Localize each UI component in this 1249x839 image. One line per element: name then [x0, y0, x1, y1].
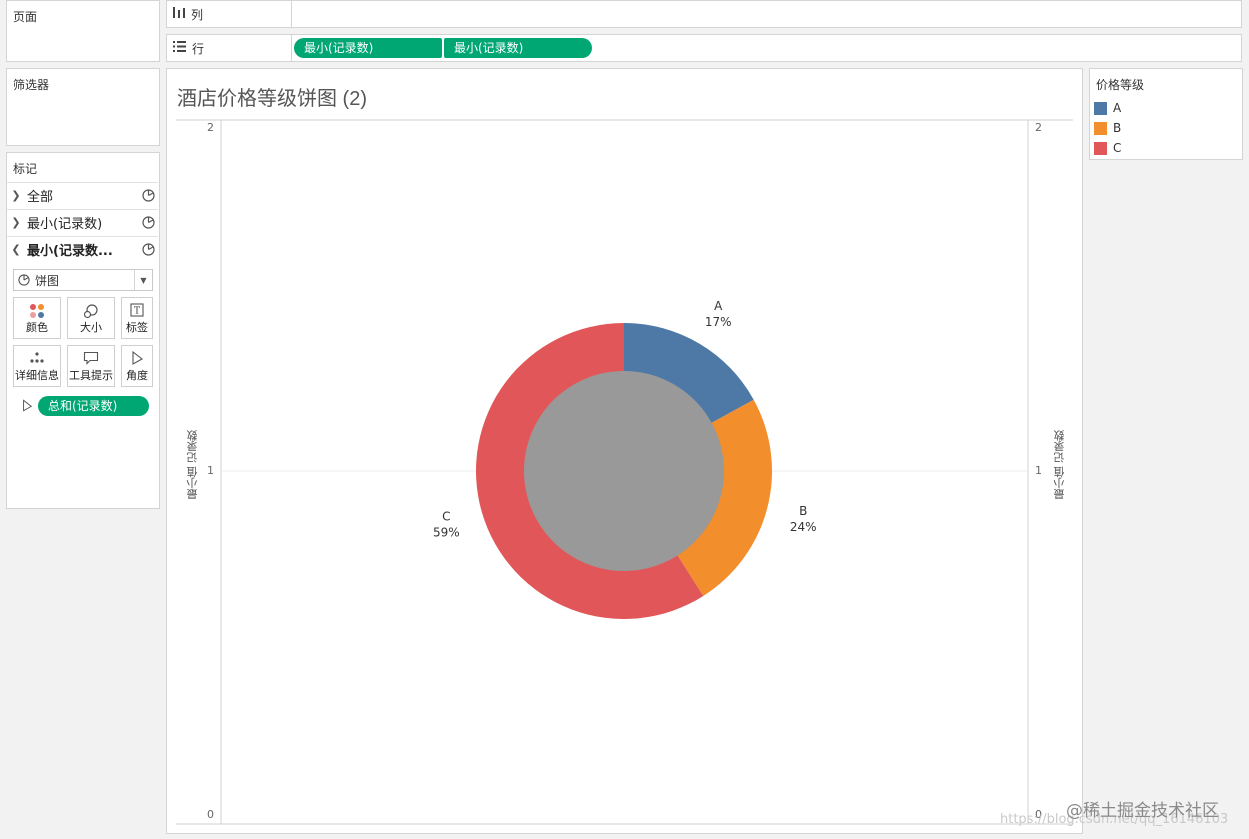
chevron-down-icon: ❯ — [11, 216, 21, 229]
legend-label: A — [1113, 101, 1122, 115]
marks-row-min-count-2[interactable]: ❮ 最小(记录数... — [7, 236, 158, 262]
chevron-up-icon: ❮ — [11, 243, 21, 256]
marks-row-label: 最小(记录数... — [27, 244, 113, 259]
filters-panel-title: 筛选器 — [13, 78, 50, 92]
filters-panel[interactable]: 筛选器 — [6, 68, 160, 146]
rows-shelf[interactable]: 行 最小(记录数) 最小(记录数) — [166, 34, 1242, 62]
pages-panel-title: 页面 — [13, 10, 38, 24]
marks-row-all[interactable]: ❯ 全部 — [7, 182, 158, 208]
left-axis-title: 最小值 记录数 — [186, 430, 199, 500]
pages-panel[interactable]: 页面 — [6, 0, 160, 62]
legend-swatch — [1094, 141, 1107, 155]
legend-item-c[interactable]: C — [1094, 141, 1121, 155]
rows-shelf-label: 行 — [192, 41, 205, 56]
columns-shelf-label: 列 — [191, 7, 204, 22]
label-button[interactable]: T 标签 — [121, 297, 153, 339]
inner-pie[interactable] — [524, 371, 724, 571]
color-button[interactable]: 颜色 — [13, 297, 61, 339]
pie-mark-icon — [18, 274, 30, 286]
columns-icon — [173, 7, 185, 21]
pie-mark-icon — [138, 189, 158, 202]
legend-item-a[interactable]: A — [1094, 101, 1121, 115]
label-button-label: 标签 — [126, 321, 148, 334]
rows-pill-min-count-1[interactable]: 最小(记录数) — [294, 38, 442, 58]
size-button-label: 大小 — [80, 321, 102, 334]
rows-pill-min-count-2[interactable]: 最小(记录数) — [444, 38, 592, 58]
left-tick-0: 0 — [207, 808, 214, 821]
marks-row-label: 全部 — [27, 190, 54, 205]
detail-button-label: 详细信息 — [15, 369, 59, 382]
svg-text:T: T — [134, 307, 140, 317]
pie-mark-icon — [138, 216, 158, 229]
slice-percent-label: 24% — [790, 520, 817, 534]
slice-percent-label: 59% — [433, 526, 460, 540]
legend-label: B — [1113, 121, 1122, 135]
slice-category-label: B — [799, 504, 807, 518]
tooltip-button[interactable]: 工具提示 — [67, 345, 115, 387]
tooltip-icon — [68, 351, 114, 365]
marks-panel-title: 标记 — [13, 162, 38, 176]
legend-title: 价格等级 — [1096, 78, 1145, 92]
color-icon — [14, 303, 60, 319]
watermark: @稀土掘金技术社区 — [1066, 801, 1219, 821]
chevron-down-icon: ▼ — [134, 270, 152, 290]
angle-button[interactable]: 角度 — [121, 345, 153, 387]
slice-category-label: A — [714, 299, 723, 313]
tooltip-button-label: 工具提示 — [69, 369, 113, 382]
size-button[interactable]: 大小 — [67, 297, 115, 339]
right-axis-title: 最小值 记录数 — [1053, 430, 1066, 500]
mark-type-dropdown[interactable]: 饼图 ▼ — [13, 269, 153, 291]
angle-icon — [21, 399, 33, 415]
pie-chart[interactable]: A 17% B 24% C 59% — [166, 68, 1083, 834]
left-tick-1: 1 — [207, 464, 214, 477]
legend-item-b[interactable]: B — [1094, 121, 1121, 135]
right-tick-1: 1 — [1035, 464, 1042, 477]
color-button-label: 颜色 — [26, 321, 48, 334]
slice-percent-label: 17% — [705, 315, 732, 329]
legend-swatch — [1094, 121, 1107, 135]
angle-icon — [122, 351, 152, 365]
marks-row-label: 最小(记录数) — [27, 217, 103, 232]
legend-label: C — [1113, 141, 1122, 155]
left-tick-2: 2 — [207, 121, 214, 134]
detail-button[interactable]: 详细信息 — [13, 345, 61, 387]
marks-row-min-count-1[interactable]: ❯ 最小(记录数) — [7, 209, 158, 235]
right-tick-2: 2 — [1035, 121, 1042, 134]
columns-shelf[interactable]: 列 — [166, 0, 1242, 28]
text-label-icon: T — [122, 303, 152, 317]
slice-category-label: C — [442, 510, 450, 524]
legend-swatch — [1094, 101, 1107, 115]
angle-field-pill[interactable]: 总和(记录数) — [38, 396, 149, 416]
angle-button-label: 角度 — [126, 369, 148, 382]
detail-icon — [14, 351, 60, 365]
mark-type-label: 饼图 — [35, 273, 60, 288]
chevron-down-icon: ❯ — [11, 189, 21, 202]
rows-icon — [173, 41, 186, 55]
pie-mark-icon — [138, 243, 158, 256]
size-icon — [68, 303, 114, 319]
